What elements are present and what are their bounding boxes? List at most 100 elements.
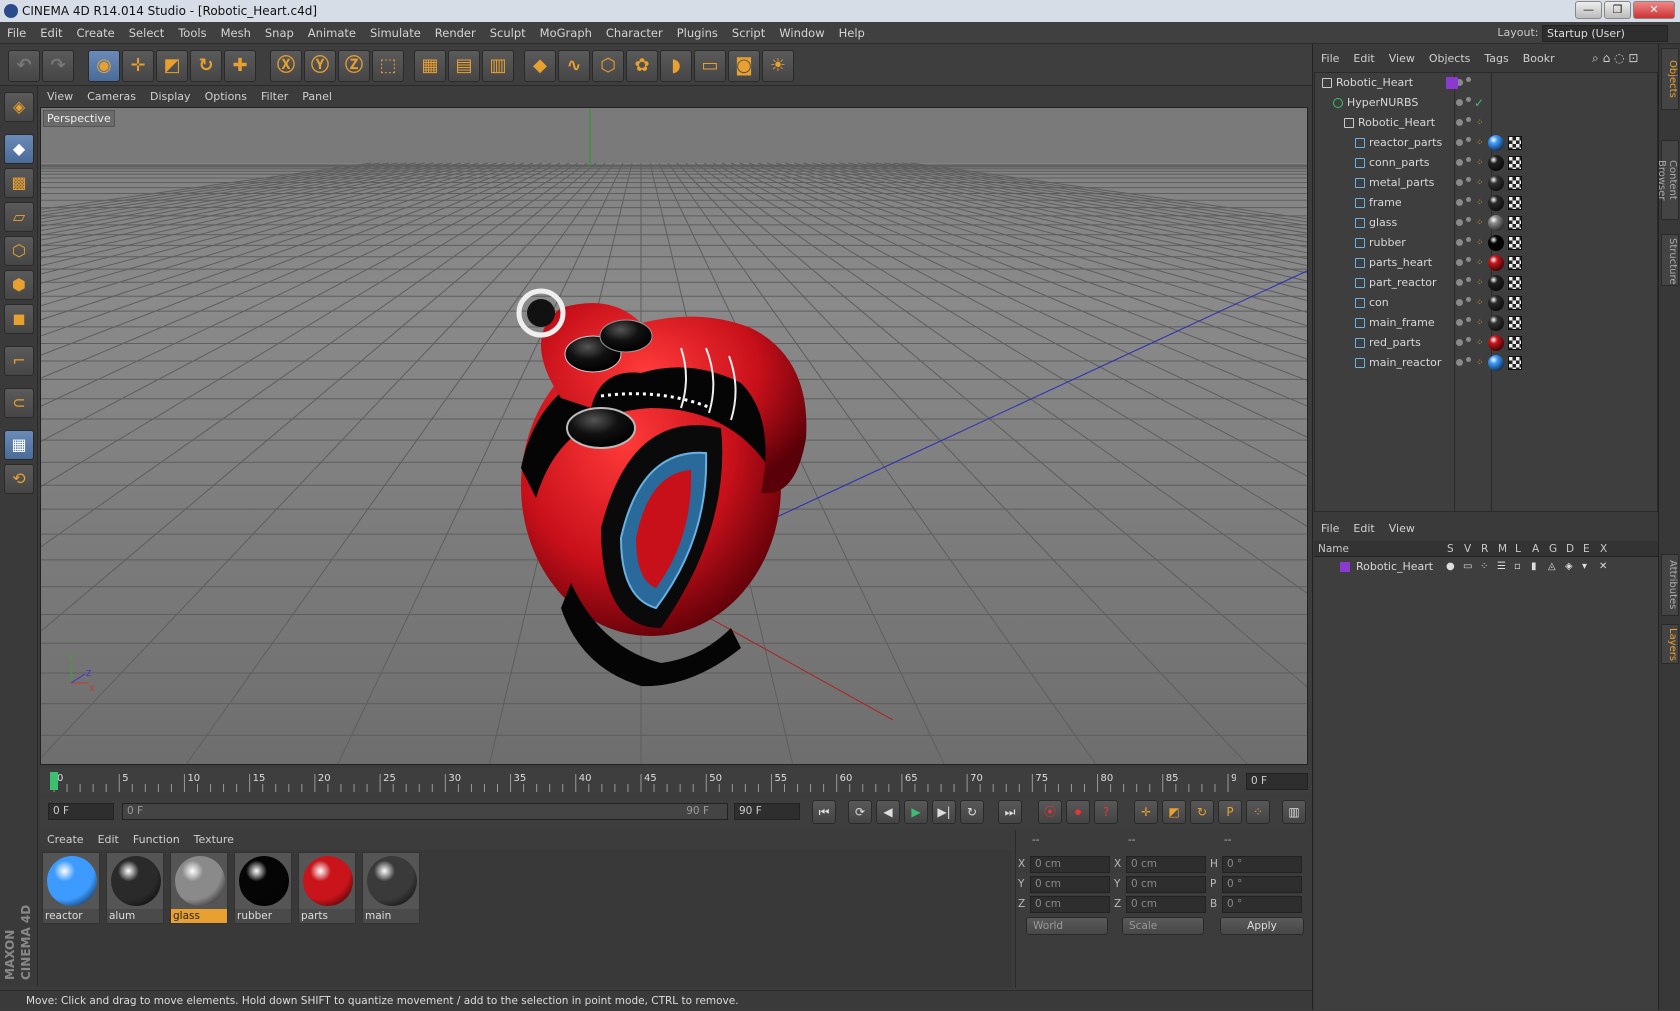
coord-value-field[interactable]: 0 cm	[1030, 896, 1110, 913]
loop-icon[interactable]: ↻	[960, 800, 984, 824]
end-frame-field[interactable]: 90 F	[734, 803, 800, 820]
render-visibility-dot[interactable]	[1466, 157, 1471, 162]
menu-render[interactable]: Render	[428, 22, 483, 44]
object-menu-view[interactable]: View	[1382, 48, 1422, 70]
phong-tag-icon[interactable]: ⁘	[1476, 298, 1484, 308]
material-tag-icon[interactable]	[1488, 335, 1504, 351]
material-tag-icon[interactable]	[1488, 135, 1504, 151]
create-icon[interactable]: ✚	[224, 50, 256, 82]
object-row[interactable]: red_parts ⁘	[1316, 333, 1656, 353]
menu-script[interactable]: Script	[725, 22, 772, 44]
make-editable-icon[interactable]: ◈	[4, 92, 34, 122]
layer-column-l[interactable]: L	[1515, 541, 1521, 557]
editor-visibility-dot[interactable]	[1456, 319, 1463, 326]
enabled-check-icon[interactable]: ✓	[1474, 93, 1484, 113]
layer-column-s[interactable]: S	[1447, 541, 1454, 557]
menu-select[interactable]: Select	[122, 22, 171, 44]
material-menu-edit[interactable]: Edit	[91, 830, 126, 850]
spline-icon[interactable]: ∿	[558, 50, 590, 82]
editor-visibility-dot[interactable]	[1456, 279, 1463, 286]
model-mode-icon[interactable]: ◆	[4, 134, 34, 164]
render-visibility-dot[interactable]	[1466, 237, 1471, 242]
material-parts[interactable]: parts	[298, 852, 356, 924]
prev-frame-icon[interactable]: ◀	[876, 800, 900, 824]
viewport-menu-display[interactable]: Display	[143, 87, 198, 107]
layout-dropdown[interactable]: Startup (User)	[1542, 24, 1668, 42]
coord-value-field[interactable]: 0 cm	[1030, 856, 1110, 873]
menu-animate[interactable]: Animate	[301, 22, 363, 44]
layer-column-g[interactable]: G	[1549, 541, 1557, 557]
uvw-tag-icon[interactable]	[1508, 236, 1522, 250]
magnet-icon[interactable]: ⊂	[4, 388, 34, 418]
side-tab-structure[interactable]: Structure	[1661, 234, 1679, 286]
layer-view-icon[interactable]: ▭	[1463, 558, 1472, 576]
menu-create[interactable]: Create	[70, 22, 122, 44]
render-visibility-dot[interactable]	[1466, 177, 1471, 182]
param-key-icon[interactable]: P	[1218, 800, 1242, 824]
phong-tag-icon[interactable]: ⁘	[1476, 118, 1484, 128]
rotate-key-icon[interactable]: ↻	[1190, 800, 1214, 824]
material-alum[interactable]: alum	[106, 852, 164, 924]
layer-color-swatch[interactable]	[1446, 77, 1458, 89]
render-visibility-dot[interactable]	[1466, 317, 1471, 322]
points-mode-icon[interactable]: ⬡	[4, 236, 34, 266]
move-icon[interactable]: ✛	[122, 50, 154, 82]
object-menu-tags[interactable]: Tags	[1477, 48, 1515, 70]
layer-menu-edit[interactable]: Edit	[1346, 518, 1381, 540]
deformer-icon[interactable]: ◗	[660, 50, 692, 82]
object-row[interactable]: part_reactor ⁘	[1316, 273, 1656, 293]
material-tag-icon[interactable]	[1488, 175, 1504, 191]
side-tab-content-browser[interactable]: Content Browser	[1656, 140, 1679, 220]
layer-manager-icon[interactable]: ☰	[1497, 558, 1506, 576]
render-visibility-dot[interactable]	[1466, 117, 1471, 122]
render-visibility-dot[interactable]	[1466, 197, 1471, 202]
polygons-mode-icon[interactable]: ◼	[4, 304, 34, 334]
light-icon[interactable]: ☀	[762, 50, 794, 82]
layer-column-name[interactable]: Name	[1318, 541, 1349, 557]
side-tab-layers[interactable]: Layers	[1661, 624, 1679, 664]
home-icon[interactable]: ⌂	[1603, 51, 1611, 65]
live-selection-icon[interactable]: ◉	[88, 50, 120, 82]
auto-key-icon[interactable]: ⏺	[1066, 800, 1090, 824]
layer-menu-view[interactable]: View	[1382, 518, 1422, 540]
object-row[interactable]: parts_heart ⁘	[1316, 253, 1656, 273]
robotic-heart-model[interactable]	[516, 288, 807, 687]
phong-tag-icon[interactable]: ⁘	[1476, 238, 1484, 248]
keyframe-help-icon[interactable]: ?	[1094, 800, 1118, 824]
scale-icon[interactable]: ◩	[156, 50, 188, 82]
layer-locked-icon[interactable]: ▫	[1514, 558, 1521, 576]
z-axis-icon[interactable]: Ⓩ	[338, 50, 370, 82]
timeline-window-icon[interactable]: ▥	[1282, 800, 1306, 824]
material-tag-icon[interactable]	[1488, 155, 1504, 171]
coord-mode-dropdown[interactable]: World	[1026, 917, 1108, 935]
rotate-icon[interactable]: ↻	[190, 50, 222, 82]
go-to-end-icon[interactable]: ⏭	[998, 800, 1022, 824]
layer-render-icon[interactable]: ⁘	[1480, 558, 1488, 576]
coord-value-field[interactable]: 0 °	[1222, 856, 1302, 873]
render-settings-icon[interactable]: ▥	[482, 50, 514, 82]
timeline-ruler[interactable]: 051015202530354045505560657075808590	[48, 770, 1236, 792]
editor-visibility-dot[interactable]	[1456, 219, 1463, 226]
menu-file[interactable]: File	[0, 22, 33, 44]
search-icon[interactable]: ⌕	[1592, 51, 1599, 65]
object-row[interactable]: reactor_parts ⁘	[1316, 133, 1656, 153]
material-tag-icon[interactable]	[1488, 275, 1504, 291]
record-key-icon[interactable]: ⦿	[1038, 800, 1062, 824]
editor-visibility-dot[interactable]	[1456, 359, 1463, 366]
phong-tag-icon[interactable]: ⁘	[1476, 158, 1484, 168]
viewport-menu-options[interactable]: Options	[198, 87, 254, 107]
menu-mesh[interactable]: Mesh	[214, 22, 258, 44]
editor-visibility-dot[interactable]	[1456, 139, 1463, 146]
layer-row[interactable]: Robotic_Heart ● ▭ ⁘ ☰ ▫ ▮ ◬ ◈ ▾ ✕	[1316, 558, 1656, 576]
object-row[interactable]: metal_parts ⁘	[1316, 173, 1656, 193]
object-menu-objects[interactable]: Objects	[1422, 48, 1478, 70]
menu-window[interactable]: Window	[772, 22, 831, 44]
object-row[interactable]: Robotic_Heart ⁘	[1316, 113, 1656, 133]
go-to-start-icon[interactable]: ⏮	[812, 800, 836, 824]
material-tag-icon[interactable]	[1488, 235, 1504, 251]
workplane-icon[interactable]: ▱	[4, 202, 34, 232]
editor-visibility-dot[interactable]	[1456, 239, 1463, 246]
material-tag-icon[interactable]	[1488, 355, 1504, 371]
layer-column-d[interactable]: D	[1566, 541, 1574, 557]
material-rubber[interactable]: rubber	[234, 852, 292, 924]
